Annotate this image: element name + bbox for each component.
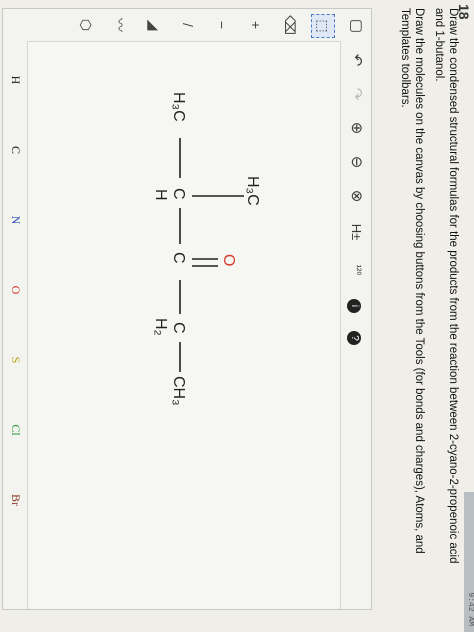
drawing-canvas[interactable]: H₃C H₃C C H C O C H₂ CH₃	[28, 42, 340, 608]
charge-minus-icon[interactable]: −	[211, 14, 233, 36]
atom-button-cl[interactable]: Cl	[8, 421, 23, 439]
eraser-icon[interactable]: ⌫	[279, 14, 301, 36]
clear-icon[interactable]: ⊗	[345, 185, 367, 207]
redo-icon[interactable]: ↷	[345, 83, 367, 105]
browser-status-bar: 9:42 AM	[464, 492, 474, 632]
zoom-in-icon[interactable]: ⊕	[345, 117, 367, 139]
atom-top-methyl[interactable]: H₃C	[244, 176, 261, 206]
atom-button-n[interactable]: N	[8, 211, 23, 229]
select-tool-icon[interactable]: ⬚	[311, 14, 335, 38]
wedge-bond-icon[interactable]: ◢	[143, 14, 165, 36]
screen: 18 9:42 AM Draw the condensed structural…	[0, 0, 474, 632]
explicit-h-icon[interactable]: H±	[345, 221, 367, 243]
molecule-editor: ▢ ↶ ↷ ⊕ ⊖ ⊗ H± ¹²⁰ i ? ⬚ ⌫ + − / ◢ 〰 ⬡ H…	[2, 8, 372, 610]
charge-plus-icon[interactable]: +	[245, 14, 267, 36]
atom-button-h[interactable]: H	[8, 71, 23, 89]
top-toolbar: ▢ ↶ ↷ ⊕ ⊖ ⊗ H± ¹²⁰ i ?	[340, 9, 371, 609]
undo-icon[interactable]: ↶	[345, 49, 367, 71]
atom-left-methyl[interactable]: H₃C	[170, 92, 187, 122]
atom-terminal-methyl[interactable]: CH₃	[170, 376, 187, 406]
atoms-toolbar: H C N O S Cl Br	[3, 41, 28, 609]
atom-button-s[interactable]: S	[8, 351, 23, 369]
atom-ch2-carbon[interactable]: C	[170, 322, 187, 334]
atom-alpha-hydrogen[interactable]: H	[152, 189, 169, 201]
new-doc-icon[interactable]: ▢	[345, 15, 367, 37]
numbering-icon[interactable]: ¹²⁰	[345, 259, 367, 281]
atom-carbonyl-oxygen[interactable]: O	[220, 254, 237, 266]
question-prompt: Draw the condensed structural formulas f…	[392, 8, 460, 568]
atom-button-o[interactable]: O	[8, 281, 23, 299]
atom-button-c[interactable]: C	[8, 141, 23, 159]
atom-ch2-hydrogens[interactable]: H₂	[152, 318, 169, 336]
left-toolbar: ⬚ ⌫ + − / ◢ 〰 ⬡	[3, 9, 341, 42]
ring-template-icon[interactable]: ⬡	[75, 14, 97, 36]
atom-carbonyl-carbon[interactable]: C	[170, 252, 187, 264]
help-icon[interactable]: ?	[345, 327, 367, 349]
info-icon[interactable]: i	[345, 295, 367, 317]
atom-button-br[interactable]: Br	[8, 491, 23, 509]
zoom-out-icon[interactable]: ⊖	[345, 151, 367, 173]
atom-alpha-carbon[interactable]: C	[170, 188, 187, 200]
single-bond-icon[interactable]: /	[177, 14, 199, 36]
instruction-2: Draw the molecules on the canvas by choo…	[399, 8, 425, 554]
chain-tool-icon[interactable]: 〰	[109, 14, 131, 36]
clock: 9:42 AM	[466, 592, 474, 626]
instruction-1: Draw the condensed structural formulas f…	[433, 8, 459, 564]
molecule-structure: H₃C H₃C C H C O C H₂ CH₃	[152, 92, 261, 406]
